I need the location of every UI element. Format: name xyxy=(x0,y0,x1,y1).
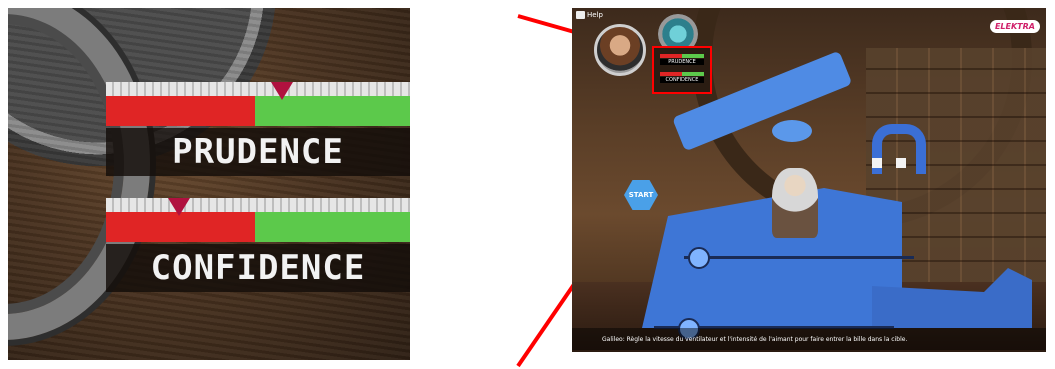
confidence-label: CONFIDENCE xyxy=(106,244,410,292)
mini-confidence-gauge: CONFIDENCE xyxy=(660,72,704,83)
magnet-tip-left xyxy=(872,158,882,168)
magnet-tip-right xyxy=(896,158,906,168)
gauge-red-segment xyxy=(106,96,255,126)
gauge-marker-icon xyxy=(168,198,190,216)
mini-confidence-label: CONFIDENCE xyxy=(660,77,704,83)
mini-gauge-bar xyxy=(660,54,704,58)
gauge-green-segment xyxy=(255,212,410,242)
mini-prudence-gauge: PRUDENCE xyxy=(660,54,704,65)
gauge-bar xyxy=(106,212,410,242)
dialogue-subtitle: Galileo: Règle la vitesse du ventilateur… xyxy=(572,328,1046,350)
zoomed-gauge-panel: PRUDENCE CONFIDENCE xyxy=(8,8,410,360)
help-button[interactable]: Help xyxy=(576,11,603,19)
gauge-green-segment xyxy=(255,96,410,126)
mini-gauge-panel: PRUDENCE CONFIDENCE xyxy=(652,46,712,94)
blue-machine xyxy=(642,50,1032,340)
gauge-track xyxy=(106,82,410,96)
help-icon xyxy=(576,11,585,19)
mini-prudence-label: PRUDENCE xyxy=(660,59,704,65)
elektra-logo: ELEKTRA xyxy=(989,20,1040,33)
gauge-marker-icon xyxy=(271,82,293,100)
character-portrait[interactable] xyxy=(594,24,646,76)
fan-speed-knob[interactable] xyxy=(688,247,710,269)
mini-gauge-bar xyxy=(660,72,704,76)
fan-icon[interactable] xyxy=(772,120,812,142)
help-label: Help xyxy=(587,11,603,19)
fan-speed-slider[interactable] xyxy=(684,256,914,259)
prudence-label: PRUDENCE xyxy=(106,128,410,176)
gauge-bar xyxy=(106,96,410,126)
gauge-red-segment xyxy=(106,212,255,242)
gauge-track xyxy=(106,198,410,212)
game-screenshot: Help PRUDENCE CONFIDENCE ELEKTRA START G… xyxy=(572,8,1046,352)
galileo-character xyxy=(772,168,818,238)
